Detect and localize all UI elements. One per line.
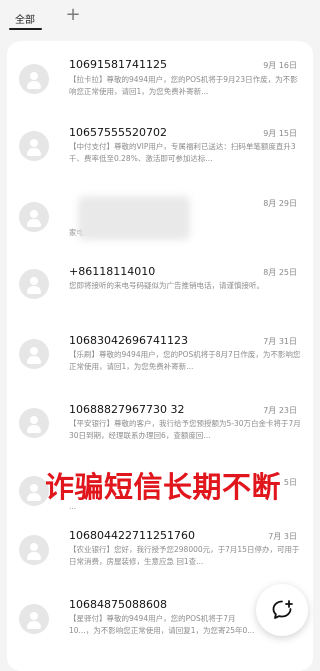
message-date: 9月 15日 (263, 129, 297, 138)
message-row[interactable]: 10688827967730 32 7月 23日 【平安银行】尊敬的客户，我行给… (7, 393, 313, 461)
tab-all-indicator (9, 28, 42, 30)
avatar (19, 339, 49, 369)
new-message-icon (272, 600, 293, 619)
message-preview: 【拉卡拉】尊敬的9494用户，您的POS机将于9月23日作废，为不影响您正常使用… (69, 75, 298, 96)
blurred-region (78, 196, 190, 240)
message-date: 7月 3日 (268, 532, 297, 541)
warning-caption: 诈骗短信长期不断 (45, 470, 282, 504)
message-date: 7月 23日 (263, 406, 297, 415)
message-preview: 【乐刷】尊敬的9494用户，您的POS机将于8月7日作废，为不影响您正常使用，请… (69, 350, 301, 371)
message-preview: 【星驿付】尊敬的9494用户，您的POS机将于7月10...，为不影响您正常使用… (69, 614, 255, 635)
message-sender: 106804422711251760 (69, 529, 195, 542)
avatar (19, 535, 49, 565)
add-tab-icon[interactable]: + (64, 6, 82, 24)
avatar (19, 408, 49, 438)
avatar (19, 202, 49, 232)
message-preview: 【平安银行】尊敬的客户，我行给予您预授额为5-30万白金卡将于7月30日到期，经… (69, 419, 301, 440)
new-message-button[interactable] (256, 584, 308, 636)
message-sender: 10688827967730 32 (69, 403, 185, 416)
message-sender: +86118114010 (69, 265, 156, 278)
message-date: 5日 (283, 478, 297, 487)
avatar (19, 604, 49, 634)
message-preview: 您即将接听的来电号码疑似为广告推销电话，请谨慎接听。 (69, 281, 264, 290)
message-sender: 10657555520702 (69, 126, 167, 139)
message-row[interactable]: 106804422711251760 7月 3日 【农业银行】您好，我行授予您2… (7, 521, 313, 589)
message-date: 9月 16日 (263, 61, 297, 70)
message-date: 7月 31日 (263, 337, 297, 346)
message-date: 8月 25日 (263, 268, 297, 277)
message-preview: 【农业银行】您好，我行授予您298000元，于7月15日停办，可用于日常消费，房… (69, 545, 300, 566)
message-row[interactable]: 10683042696741123 7月 31日 【乐刷】尊敬的9494用户，您… (7, 325, 313, 393)
message-preview: 【中付支付】尊敬的VIP用户，专属福利已送达：扫码单笔额度直升3千、费率低至0.… (69, 142, 296, 163)
message-row[interactable]: 10657555520702 9月 15日 【中付支付】尊敬的VIP用户，专属福… (7, 119, 313, 187)
message-date: 8月 29日 (263, 199, 297, 208)
avatar (19, 64, 49, 94)
message-row[interactable]: +86118114010 8月 25日 您即将接听的来电号码疑似为广告推销电话，… (7, 255, 313, 323)
message-row[interactable]: 10691581741125 9月 16日 【拉卡拉】尊敬的9494用户，您的P… (7, 50, 313, 118)
tab-bar: 全部 + (0, 0, 320, 36)
message-sender: 10691581741125 (69, 58, 167, 71)
avatar (19, 131, 49, 161)
tab-all[interactable]: 全部 (15, 11, 35, 26)
avatar (19, 269, 49, 299)
message-sender: 10684875088608 (69, 598, 167, 611)
message-sender: 10683042696741123 (69, 334, 188, 347)
